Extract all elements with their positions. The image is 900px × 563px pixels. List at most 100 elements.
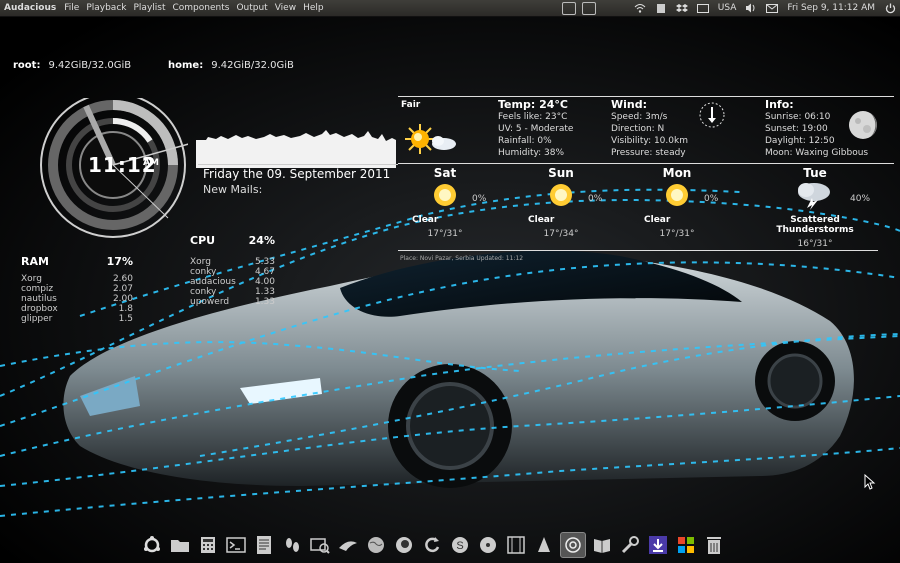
text-editor-icon[interactable] bbox=[252, 533, 276, 557]
menu-help[interactable]: Help bbox=[303, 3, 324, 13]
windows-logo-icon[interactable] bbox=[674, 533, 698, 557]
download-icon[interactable] bbox=[646, 533, 670, 557]
temperature-block: Temp: 24°C Feels like: 23°C UV: 5 - Mode… bbox=[498, 98, 573, 159]
dropbox-icon[interactable] bbox=[675, 2, 688, 14]
forecast-temp: 16°/31° bbox=[797, 239, 833, 249]
divider bbox=[398, 163, 894, 164]
wind-speed: Speed: 3m/s bbox=[611, 112, 668, 122]
workspace-indicators bbox=[562, 2, 596, 15]
wifi-icon[interactable] bbox=[634, 2, 646, 14]
home-value: 9.42GiB/32.0GiB bbox=[211, 60, 294, 71]
forecast-day: Mon Clear 0% 17°/31° bbox=[632, 166, 722, 239]
date-line: Friday the 09. September 2011 bbox=[203, 167, 391, 181]
volume-icon[interactable] bbox=[745, 2, 757, 14]
dock: S bbox=[140, 531, 726, 559]
keyboard-layout[interactable]: USA bbox=[718, 3, 737, 13]
sun-cloud-icon bbox=[405, 124, 456, 154]
process-row: audacious 4.00 bbox=[190, 277, 275, 287]
forecast-condition: Clear bbox=[412, 215, 439, 225]
uv-index: UV: 5 - Moderate bbox=[498, 124, 574, 134]
forecast-condition: Scattered Thunderstorms bbox=[776, 215, 854, 235]
ram-label: RAM bbox=[21, 255, 49, 268]
panel-clock[interactable]: Fri Sep 9, 11:12 AM bbox=[787, 3, 875, 13]
forecast-condition: Clear bbox=[644, 215, 671, 225]
process-row: dropbox 1.8 bbox=[21, 304, 133, 314]
menu-components[interactable]: Components bbox=[173, 3, 230, 13]
mouse-cursor-icon bbox=[864, 474, 876, 490]
window-icon[interactable] bbox=[562, 2, 576, 15]
humidity: Humidity: 38% bbox=[498, 148, 565, 158]
at-sign-icon[interactable] bbox=[560, 532, 586, 558]
cpu-percent: 24% bbox=[248, 234, 275, 247]
calculator-icon[interactable] bbox=[196, 533, 220, 557]
menu-file[interactable]: File bbox=[64, 3, 79, 13]
process-row: Xorg 2.60 bbox=[21, 274, 133, 284]
trash-icon[interactable] bbox=[702, 533, 726, 557]
current-condition: Fair bbox=[401, 100, 420, 110]
firefox-icon[interactable] bbox=[392, 533, 416, 557]
audio-visualizer bbox=[196, 130, 396, 168]
keyboard-icon[interactable] bbox=[696, 2, 709, 14]
power-icon[interactable] bbox=[884, 2, 896, 14]
forecast-day: Sun Clear 0% 17°/34° bbox=[516, 166, 606, 239]
svg-text:S: S bbox=[456, 540, 463, 552]
weather-place: Place: Novi Pazar, Serbia Updated: 11:12 bbox=[400, 255, 524, 262]
footprints-icon[interactable] bbox=[280, 533, 304, 557]
globe-icon[interactable] bbox=[364, 533, 388, 557]
ram-percent: 17% bbox=[106, 255, 133, 268]
system-tray: USA Fri Sep 9, 11:12 AM bbox=[634, 0, 896, 16]
root-value: 9.42GiB/32.0GiB bbox=[48, 60, 132, 71]
process-row: compiz 2.07 bbox=[21, 284, 133, 294]
compass-icon bbox=[699, 102, 725, 128]
process-row: Xorg 5.33 bbox=[190, 257, 275, 267]
home-label: home: bbox=[168, 60, 204, 71]
tools-icon[interactable] bbox=[618, 533, 642, 557]
root-label: root: bbox=[13, 60, 41, 71]
forecast-day-name: Tue bbox=[803, 166, 827, 180]
visibility: Visibility: 10.0km bbox=[611, 136, 688, 146]
condition-label: Fair bbox=[401, 100, 421, 110]
film-icon[interactable] bbox=[504, 533, 528, 557]
forecast-day-name: Sun bbox=[548, 166, 574, 180]
weather-widget: Fair Temp: 24°C Feels like: 23°C UV: 5 -… bbox=[398, 96, 894, 266]
menu-output[interactable]: Output bbox=[236, 3, 267, 13]
forecast-condition: Clear bbox=[528, 215, 555, 225]
skype-icon[interactable]: S bbox=[448, 533, 472, 557]
forecast-temp: 17°/34° bbox=[543, 229, 579, 239]
mail-icon[interactable] bbox=[766, 2, 779, 14]
note-icon[interactable] bbox=[655, 2, 667, 14]
ram-stats: RAM 17% Xorg 2.60 compiz 2.07 nautilus 2.00 … bbox=[21, 255, 133, 324]
app-name[interactable]: Audacious bbox=[4, 3, 56, 13]
rainfall: Rainfall: 0% bbox=[498, 136, 552, 146]
image-viewer-icon[interactable] bbox=[308, 533, 332, 557]
shark-icon[interactable] bbox=[336, 533, 360, 557]
book-icon[interactable] bbox=[590, 533, 614, 557]
forecast-temp: 17°/31° bbox=[659, 229, 695, 239]
menu-playback[interactable]: Playback bbox=[86, 3, 126, 13]
process-row: glipper 1.5 bbox=[21, 314, 133, 324]
vlc-cone-icon[interactable] bbox=[532, 533, 556, 557]
divider bbox=[198, 164, 398, 165]
temp-title: Temp: 24°C bbox=[498, 98, 568, 111]
window-icon[interactable] bbox=[582, 2, 596, 15]
folder-icon[interactable] bbox=[168, 533, 192, 557]
process-row: nautilus 2.00 bbox=[21, 294, 133, 304]
clock-ampm: AM bbox=[143, 158, 159, 168]
divider bbox=[398, 250, 878, 251]
thunderstorm-icon bbox=[798, 183, 830, 210]
refresh-icon[interactable] bbox=[420, 533, 444, 557]
forecast-day-name: Sat bbox=[433, 166, 457, 180]
forecast-day: Sat Clear 0% 17°/31° bbox=[400, 166, 490, 239]
pressure: Pressure: steady bbox=[611, 148, 686, 158]
menu-view[interactable]: View bbox=[275, 3, 296, 13]
ubuntu-icon[interactable] bbox=[140, 533, 164, 557]
process-row: conky 4.67 bbox=[190, 267, 275, 277]
new-mails-label: New Mails: bbox=[203, 183, 263, 196]
disk-utility-icon[interactable] bbox=[476, 533, 500, 557]
sun-icon bbox=[550, 184, 572, 206]
terminal-icon[interactable] bbox=[224, 533, 248, 557]
menu-playlist[interactable]: Playlist bbox=[134, 3, 166, 13]
top-panel: Audacious File Playback Playlist Compone… bbox=[0, 0, 900, 17]
moon-icon bbox=[849, 111, 877, 139]
wind-direction: Direction: N bbox=[611, 124, 665, 134]
